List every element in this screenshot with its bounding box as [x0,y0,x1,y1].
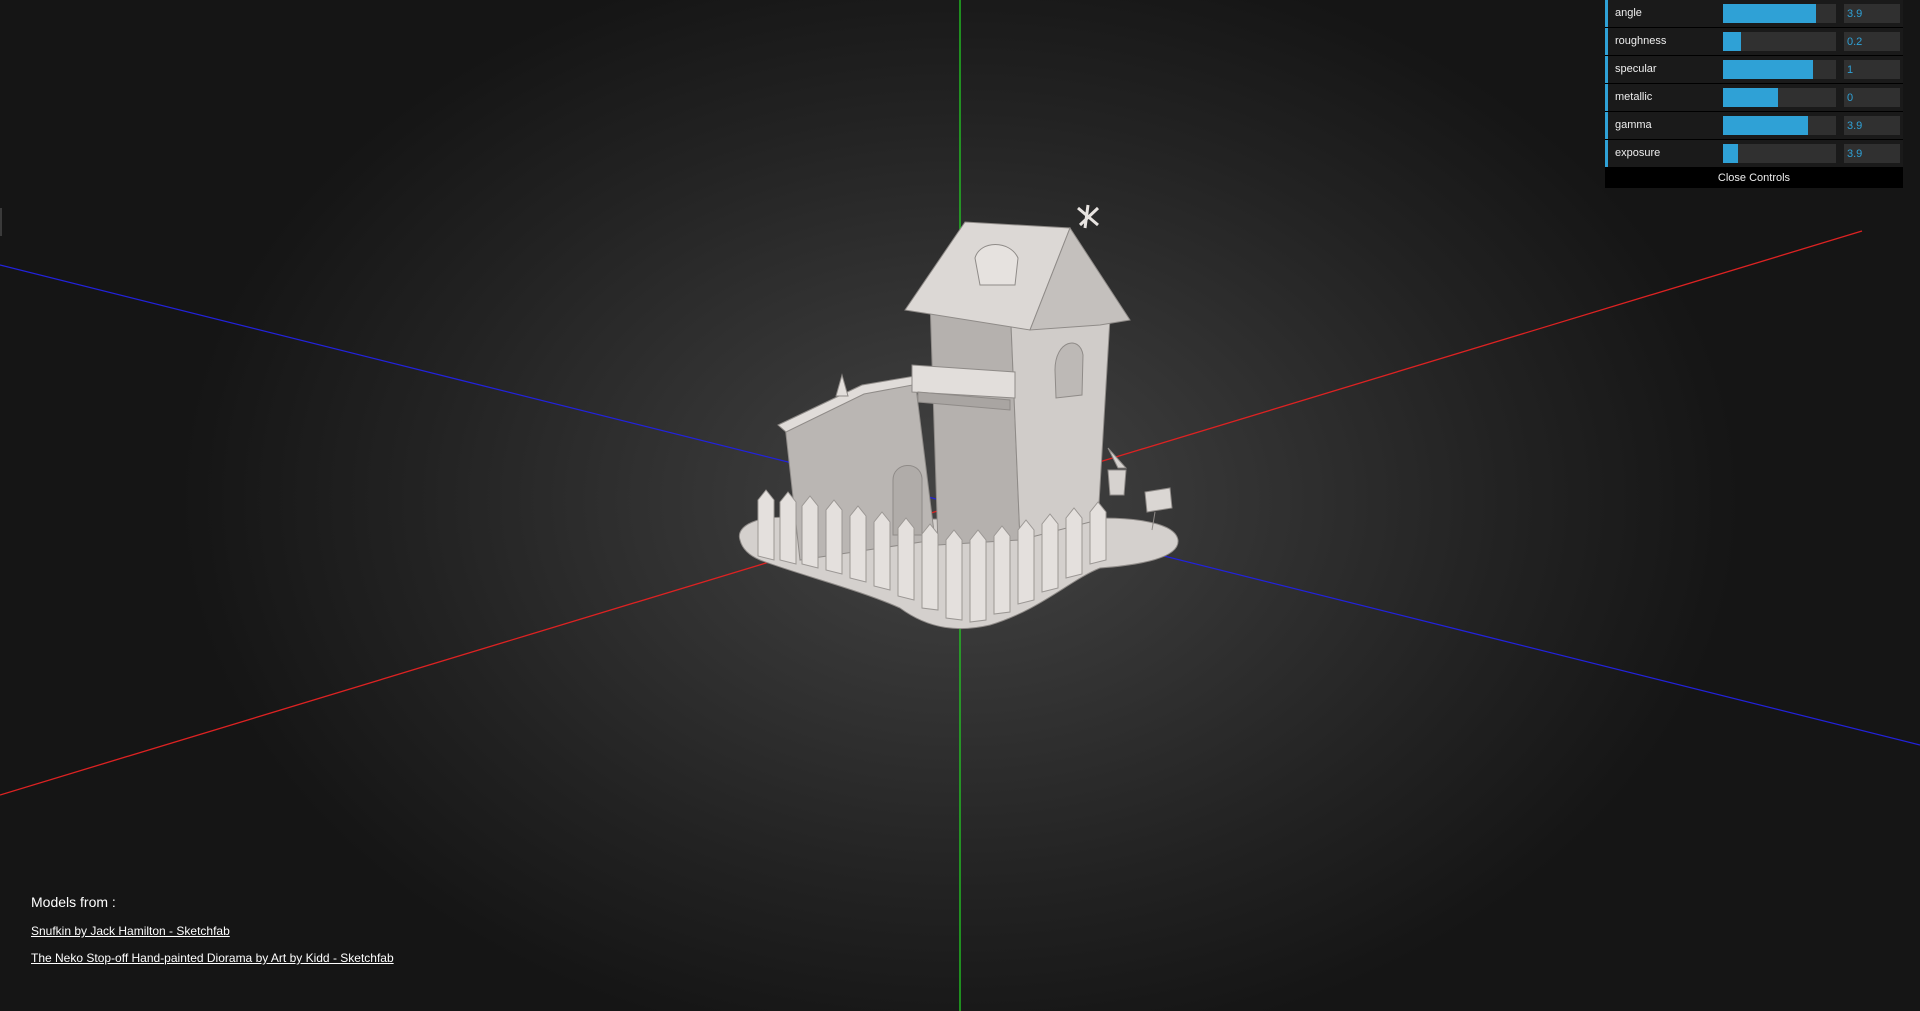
left-edge-marker [0,208,2,236]
controls-panel: angle roughness specular metallic gamma … [1605,0,1903,188]
slider-fill [1723,116,1808,135]
roughness-slider[interactable] [1723,32,1836,51]
control-label: specular [1615,63,1657,75]
control-row-specular: specular [1605,56,1903,83]
angle-value-input[interactable] [1844,4,1900,23]
exposure-value-input[interactable] [1844,144,1900,163]
control-label: angle [1615,7,1642,19]
close-controls-button[interactable]: Close Controls [1605,168,1903,188]
control-row-metallic: metallic [1605,84,1903,111]
slider-fill [1723,60,1814,79]
credits-block: Models from : Snufkin by Jack Hamilton -… [31,894,394,978]
gamma-slider[interactable] [1723,116,1836,135]
credit-link-neko-stop-off[interactable]: The Neko Stop-off Hand-painted Diorama b… [31,951,394,965]
model-tower-right [1009,299,1111,541]
control-label: gamma [1615,119,1652,131]
model-dormer [974,244,1019,286]
gamma-value-input[interactable] [1844,116,1900,135]
model-weathervane [1077,204,1100,229]
control-row-gamma: gamma [1605,112,1903,139]
credit-link-snufkin[interactable]: Snufkin by Jack Hamilton - Sketchfab [31,924,394,938]
credits-title: Models from : [31,894,116,910]
specular-slider[interactable] [1723,60,1836,79]
control-label: exposure [1615,147,1661,159]
angle-slider[interactable] [1723,4,1836,23]
control-label: roughness [1615,35,1667,47]
exposure-slider[interactable] [1723,144,1836,163]
specular-value-input[interactable] [1844,60,1900,79]
control-label: metallic [1615,91,1653,103]
slider-fill [1723,88,1779,107]
slider-fill [1723,144,1738,163]
control-row-roughness: roughness [1605,28,1903,55]
roughness-value-input[interactable] [1844,32,1900,51]
model-tower-window [1054,342,1084,399]
model-spire [835,373,849,397]
model-tower-left [929,299,1021,546]
control-row-exposure: exposure [1605,140,1903,167]
house-model[interactable] [738,204,1179,630]
slider-fill [1723,32,1742,51]
control-row-angle: angle [1605,0,1903,27]
metallic-slider[interactable] [1723,88,1836,107]
metallic-value-input[interactable] [1844,88,1900,107]
slider-fill [1723,4,1816,23]
